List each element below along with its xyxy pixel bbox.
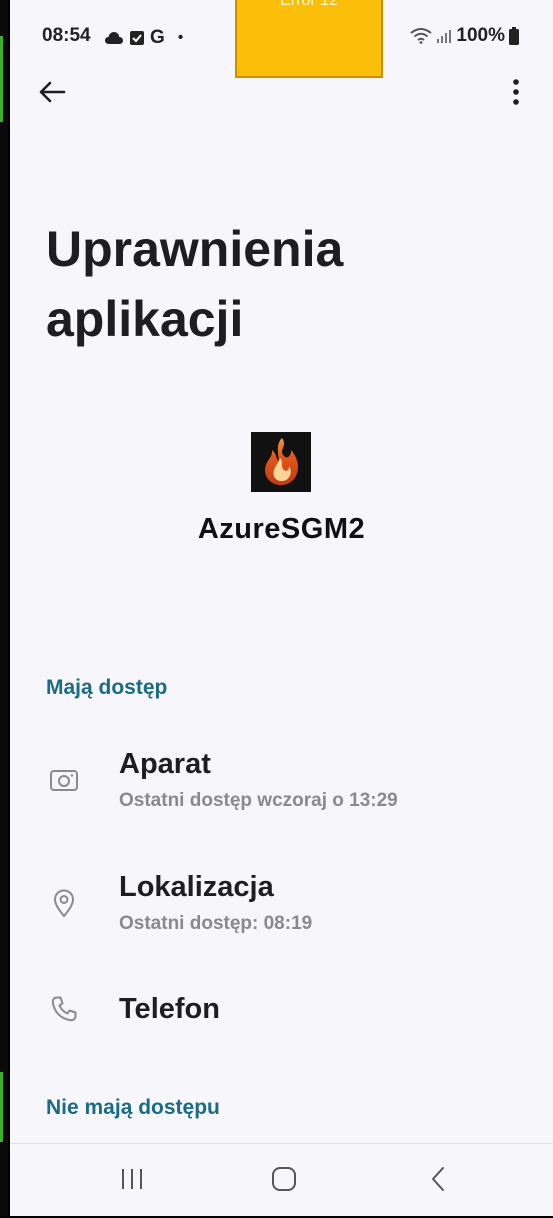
wifi-icon	[410, 28, 433, 44]
edge-highlight-top	[0, 36, 3, 122]
page-title-line2: aplikacji	[46, 291, 244, 347]
permission-title: Lokalizacja	[119, 871, 274, 903]
camera-icon	[48, 764, 80, 796]
battery-icon	[509, 27, 519, 45]
status-notification-icons: G •	[104, 27, 183, 49]
permission-item-phone[interactable]: Telefon	[10, 985, 553, 1045]
page-title-line1: Uprawnienia	[46, 221, 344, 277]
permission-title: Aparat	[119, 748, 211, 780]
section-header-denied: Nie mają dostępu	[46, 1096, 220, 1119]
section-header-allowed: Mają dostęp	[46, 676, 168, 699]
checkbox-notification-icon	[130, 31, 144, 45]
app-name: AzureSGM2	[197, 513, 366, 545]
status-dot: •	[177, 29, 184, 46]
status-time: 08:54	[42, 25, 91, 46]
back-button[interactable]	[34, 74, 70, 110]
error-overlay-box: Error 12	[235, 0, 383, 78]
home-button[interactable]	[264, 1162, 304, 1196]
phone-icon	[48, 993, 80, 1025]
more-options-button[interactable]	[504, 74, 528, 110]
location-pin-icon	[48, 887, 80, 919]
google-icon: G	[150, 27, 165, 48]
error-overlay-label: Error 12	[280, 0, 338, 9]
left-edge-strip	[0, 0, 8, 1218]
app-icon	[251, 432, 311, 492]
home-icon	[272, 1167, 296, 1191]
permission-title: Telefon	[119, 993, 220, 1025]
permission-subtitle: Ostatni dostęp: 08:19	[119, 913, 313, 934]
more-vert-icon	[513, 79, 519, 105]
cloud-icon	[105, 32, 123, 44]
nav-back-icon	[432, 1167, 444, 1191]
signal-icon	[437, 30, 452, 43]
permission-item-camera[interactable]: Aparat Ostatni dostęp wczoraj o 13:29	[10, 740, 553, 840]
recents-icon	[122, 1169, 142, 1189]
status-system-icons: 100%	[410, 25, 519, 47]
edge-highlight-bottom	[0, 1072, 3, 1142]
permission-item-location[interactable]: Lokalizacja Ostatni dostęp: 08:19	[10, 863, 553, 963]
flame-logo-icon	[265, 438, 299, 486]
recents-button[interactable]	[112, 1162, 152, 1196]
navigation-bar	[10, 1144, 553, 1216]
battery-percentage: 100%	[456, 25, 505, 46]
arrow-left-icon	[39, 81, 66, 103]
permission-subtitle: Ostatni dostęp wczoraj o 13:29	[119, 790, 398, 811]
phone-screen: 08:54 G • 100% Error 12 Uprawnienia apli…	[10, 0, 553, 1216]
page-title: Uprawnienia aplikacji	[46, 214, 506, 354]
nav-back-button[interactable]	[418, 1162, 458, 1196]
